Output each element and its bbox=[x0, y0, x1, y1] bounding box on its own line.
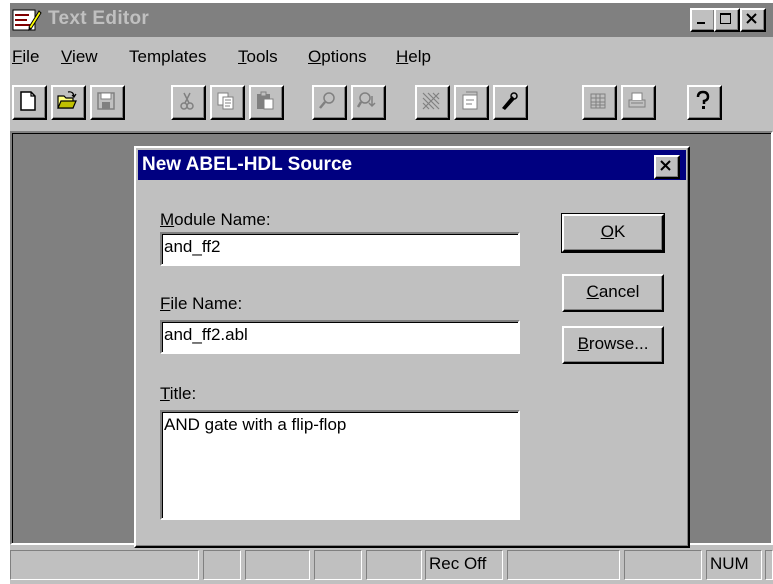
find-next-icon bbox=[356, 92, 376, 108]
toolbar-group-tools bbox=[415, 85, 528, 121]
minimize-icon bbox=[697, 22, 705, 24]
edit-button[interactable] bbox=[493, 85, 528, 120]
toolbar-group-help bbox=[687, 85, 722, 121]
status-pane-8 bbox=[624, 550, 702, 580]
toolbar-group-edit bbox=[171, 85, 284, 121]
ok-button[interactable]: OK bbox=[561, 213, 665, 253]
file-name-label: File Name: bbox=[160, 294, 243, 313]
close-icon bbox=[660, 160, 671, 171]
copy-button[interactable] bbox=[210, 85, 245, 120]
maximize-icon bbox=[720, 13, 731, 24]
status-pane-rec: Rec Off bbox=[425, 550, 503, 580]
menu-templates[interactable]: Templates bbox=[129, 47, 206, 67]
window-title: Text Editor bbox=[48, 8, 150, 29]
statusbar: Rec Off NUM bbox=[10, 547, 773, 584]
dialog-title: New ABEL-HDL Source bbox=[142, 154, 353, 175]
status-pane-7 bbox=[507, 550, 620, 580]
file-name-input[interactable]: and_ff2.abl bbox=[160, 320, 520, 354]
find-next-button[interactable] bbox=[351, 85, 386, 120]
open-folder-icon bbox=[57, 91, 77, 109]
status-pane-message bbox=[10, 550, 199, 580]
find-button[interactable] bbox=[312, 85, 347, 120]
menubar: File View Templates Tools Options Help bbox=[10, 41, 773, 71]
new-abel-hdl-source-dialog: New ABEL-HDL Source Module Name: and_ff2… bbox=[134, 146, 690, 548]
dialog-close-button[interactable] bbox=[654, 155, 680, 179]
cut-button[interactable] bbox=[171, 85, 206, 120]
text-editor-window: Text Editor File View Templates Tools Op… bbox=[10, 3, 773, 584]
new-button[interactable] bbox=[12, 85, 47, 120]
grid-button[interactable] bbox=[582, 85, 617, 120]
toolbar-group-find bbox=[312, 85, 386, 121]
hatch-icon bbox=[422, 92, 440, 110]
hatch-button[interactable] bbox=[415, 85, 450, 120]
close-button[interactable] bbox=[740, 8, 766, 32]
grid-icon bbox=[590, 93, 606, 109]
status-pane-4 bbox=[314, 550, 362, 580]
cut-icon bbox=[180, 92, 194, 110]
menu-help[interactable]: Help bbox=[396, 47, 431, 67]
close-icon bbox=[746, 13, 757, 24]
status-pane-10 bbox=[765, 550, 773, 580]
module-name-input[interactable]: and_ff2 bbox=[160, 232, 520, 266]
toolbar-group-misc bbox=[582, 85, 656, 121]
print-icon bbox=[628, 92, 646, 108]
cancel-button[interactable]: Cancel bbox=[562, 274, 664, 312]
maximize-button[interactable] bbox=[714, 8, 740, 32]
status-pane-5 bbox=[366, 550, 422, 580]
find-icon bbox=[319, 92, 335, 109]
open-button[interactable] bbox=[51, 85, 86, 120]
edit-icon bbox=[502, 92, 518, 110]
help-icon bbox=[696, 90, 710, 109]
status-pane-num: NUM bbox=[706, 550, 762, 580]
window-titlebar[interactable]: Text Editor bbox=[10, 3, 773, 37]
copy-icon bbox=[217, 92, 234, 110]
menu-file[interactable]: File bbox=[12, 47, 39, 67]
toolbar bbox=[10, 81, 773, 131]
menu-view[interactable]: View bbox=[61, 47, 98, 67]
toolbar-group-file bbox=[12, 85, 125, 121]
minimize-button[interactable] bbox=[690, 8, 716, 32]
new-document-icon bbox=[20, 91, 36, 111]
save-button[interactable] bbox=[90, 85, 125, 120]
paste-icon bbox=[257, 91, 274, 110]
status-pane-3 bbox=[245, 550, 310, 580]
menu-options[interactable]: Options bbox=[308, 47, 367, 67]
text-editor-app-icon bbox=[12, 9, 42, 31]
title-label: Title: bbox=[160, 384, 197, 403]
menu-tools[interactable]: Tools bbox=[238, 47, 278, 67]
status-pane-2 bbox=[203, 550, 241, 580]
paste-button[interactable] bbox=[249, 85, 284, 120]
browse-button[interactable]: Browse... bbox=[562, 326, 664, 364]
print-button[interactable] bbox=[621, 85, 656, 120]
template-button[interactable] bbox=[454, 85, 489, 120]
module-name-label: Module Name: bbox=[160, 210, 271, 229]
dialog-titlebar[interactable]: New ABEL-HDL Source bbox=[138, 150, 686, 180]
title-textarea[interactable]: AND gate with a flip-flop bbox=[160, 410, 520, 520]
help-button[interactable] bbox=[687, 85, 722, 120]
template-icon bbox=[462, 91, 478, 110]
save-icon bbox=[97, 92, 115, 110]
